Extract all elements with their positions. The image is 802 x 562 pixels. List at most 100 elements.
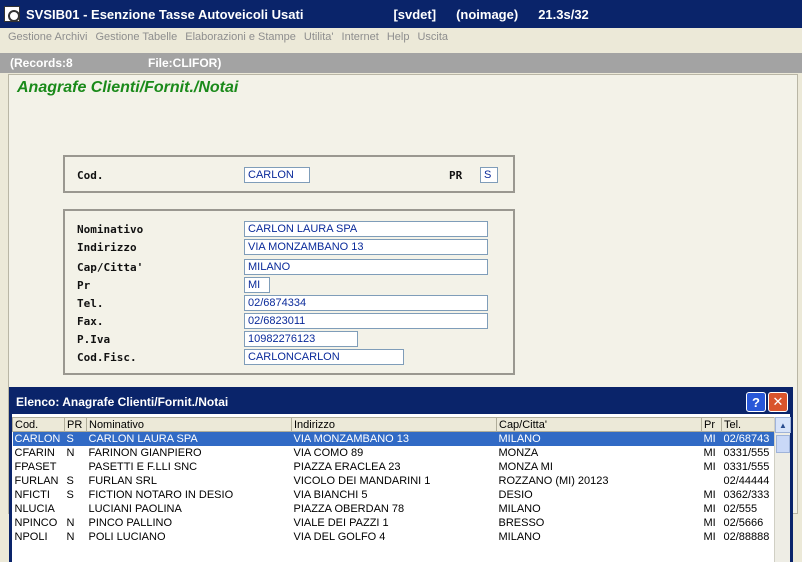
col-cap-citta[interactable]: Cap/Citta'	[496, 417, 702, 432]
table-cell: PINCO PALLINO	[88, 516, 173, 529]
table-cell: S	[66, 474, 74, 487]
table-cell: FPASET	[14, 460, 57, 473]
indirizzo-field[interactable]: VIA MONZAMBANO 13	[244, 239, 488, 255]
table-row[interactable]: CARLON S CARLON LAURA SPA VIA MONZAMBANO 13…	[12, 431, 775, 446]
table-cell: PASETTI E F.LLI SNC	[88, 460, 198, 473]
help-button[interactable]: ?	[746, 392, 766, 412]
table-cell: FICTION NOTARO IN DESIO	[88, 488, 234, 501]
table-cell: MILANO	[496, 431, 702, 446]
menu-uscita[interactable]: Uscita	[413, 31, 452, 43]
tel-field[interactable]: 02/6874334	[244, 295, 488, 311]
table-row[interactable]: NFICTI S FICTION NOTARO IN DESIO VIA BIANCH…	[13, 488, 775, 502]
table-row[interactable]: NPINCO N PINCO PALLINO VIALE DEI PAZZI 1 BRE…	[13, 516, 775, 530]
piva-label: P.Iva	[77, 333, 111, 346]
table-cell: 02/555	[723, 502, 758, 515]
table-cell: 0331/555	[723, 446, 770, 459]
table-cell: NPOLI	[14, 530, 48, 543]
table-cell: N	[66, 516, 75, 529]
table-cell: PIAZZA ERACLEA 23	[293, 460, 401, 473]
table-cell: NPINCO	[14, 516, 58, 529]
table-cell: 02/44444	[723, 474, 770, 487]
table-cell: FARINON GIANPIERO	[88, 446, 202, 459]
table-cell: MI	[703, 516, 716, 529]
codfisc-field[interactable]: CARLONCARLON	[244, 349, 404, 365]
table-cell: CFARIN	[14, 446, 55, 459]
table-cell: ROZZANO (MI) 20123	[498, 474, 609, 487]
menu-gestione-tabelle[interactable]: Gestione Tabelle	[91, 31, 181, 43]
file-name: File:CLIFOR)	[148, 56, 222, 70]
window-titlebar: SVSIB01 - Esenzione Tasse Autoveicoli Us…	[0, 0, 802, 28]
table-row[interactable]: CFARIN N FARINON GIANPIERO VIA COMO 89 MONZA…	[13, 446, 775, 460]
table-cell: CARLON	[12, 431, 65, 446]
table-row[interactable]: FURLAN S FURLAN SRL VICOLO DEI MANDARINI 1 R…	[13, 474, 775, 488]
table-cell: PIAZZA OBERDAN 78	[293, 502, 405, 515]
cod-label: Cod.	[77, 169, 104, 182]
col-nominativo[interactable]: Nominativo	[86, 417, 292, 432]
menu-bar: Gestione Archivi Gestione Tabelle Elabor…	[0, 28, 802, 46]
status-band: (Records:8 File:CLIFOR)	[0, 53, 802, 73]
menu-elaborazioni-stampe[interactable]: Elaborazioni e Stampe	[181, 31, 300, 43]
provincia-label: Pr	[77, 279, 91, 292]
col-cod[interactable]: Cod.	[12, 417, 65, 432]
table-cell: VICOLO DEI MANDARINI 1	[293, 474, 431, 487]
table-cell: NFICTI	[14, 488, 50, 501]
table-row[interactable]: FPASET PASETTI E F.LLI SNC PIAZZA ERACLEA …	[13, 460, 775, 474]
table-cell: CARLON LAURA SPA	[86, 431, 292, 446]
menu-help[interactable]: Help	[383, 31, 414, 43]
table-cell	[702, 474, 722, 488]
table-cell: MI	[703, 502, 716, 515]
tel-label: Tel.	[77, 297, 104, 310]
cap-citta-field[interactable]: MILANO	[244, 259, 488, 275]
table-row[interactable]: NPOLI N POLI LUCIANO VIA DEL GOLFO 4 MILANO M…	[13, 530, 775, 544]
list-titlebar: Elenco: Anagrafe Clienti/Fornit./Notai ?…	[12, 390, 790, 414]
records-count: (Records:8	[10, 56, 73, 70]
codfisc-label: Cod.Fisc.	[77, 351, 137, 364]
window-image: (noimage)	[456, 6, 519, 22]
table-cell: DESIO	[498, 488, 533, 501]
list-table: Cod. PR Nominativo Indirizzo Cap/Citta' …	[12, 417, 775, 544]
table-cell: S	[64, 431, 87, 446]
table-cell: VIA DEL GOLFO 4	[293, 530, 386, 543]
provincia-field[interactable]: MI	[244, 277, 270, 293]
table-cell: FURLAN SRL	[88, 474, 157, 487]
table-cell: LUCIANI PAOLINA	[88, 502, 182, 515]
cod-field[interactable]: CARLON	[244, 167, 310, 183]
col-provincia[interactable]: Pr	[701, 417, 722, 432]
col-tel[interactable]: Tel.	[721, 417, 775, 432]
menu-utilita[interactable]: Utilita'	[300, 31, 338, 43]
table-cell: 02/88888	[723, 530, 770, 543]
menu-internet[interactable]: Internet	[338, 31, 383, 43]
app-icon[interactable]	[4, 6, 20, 22]
table-cell: VIA BIANCHI 5	[293, 488, 368, 501]
table-cell	[65, 502, 87, 516]
close-button[interactable]: ✕	[768, 392, 788, 412]
indirizzo-label: Indirizzo	[77, 241, 137, 254]
menu-gestione-archivi[interactable]: Gestione Archivi	[4, 31, 91, 43]
col-indirizzo[interactable]: Indirizzo	[291, 417, 497, 432]
list-window: Elenco: Anagrafe Clienti/Fornit./Notai ?…	[9, 387, 793, 562]
pr-field[interactable]: S	[480, 167, 498, 183]
scroll-up-icon[interactable]: ▲	[775, 417, 791, 433]
table-cell: POLI LUCIANO	[88, 530, 166, 543]
table-cell: 0362/333	[723, 488, 770, 501]
table-cell: MILANO	[498, 530, 541, 543]
table-cell: N	[66, 530, 75, 543]
vertical-scrollbar[interactable]: ▲	[774, 417, 791, 562]
col-pr[interactable]: PR	[64, 417, 87, 432]
nominativo-label: Nominativo	[77, 223, 144, 236]
table-row[interactable]: NLUCIA LUCIANI PAOLINA PIAZZA OBERDAN 78 MI…	[13, 502, 775, 516]
table-cell: VIALE DEI PAZZI 1	[293, 516, 389, 529]
piva-field[interactable]: 10982276123	[244, 331, 358, 347]
nominativo-field[interactable]: CARLON LAURA SPA	[244, 221, 488, 237]
table-cell: MI	[703, 446, 716, 459]
table-cell: S	[66, 488, 74, 501]
table-cell: 0331/555	[723, 460, 770, 473]
table-cell	[65, 460, 87, 474]
scroll-thumb[interactable]	[776, 435, 790, 453]
table-cell: VIA MONZAMBANO 13	[291, 431, 497, 446]
table-cell: MI	[703, 530, 716, 543]
fax-label: Fax.	[77, 315, 104, 328]
window-host: [svdet]	[393, 6, 437, 22]
cap-citta-label: Cap/Citta'	[77, 261, 144, 274]
fax-field[interactable]: 02/6823011	[244, 313, 488, 329]
